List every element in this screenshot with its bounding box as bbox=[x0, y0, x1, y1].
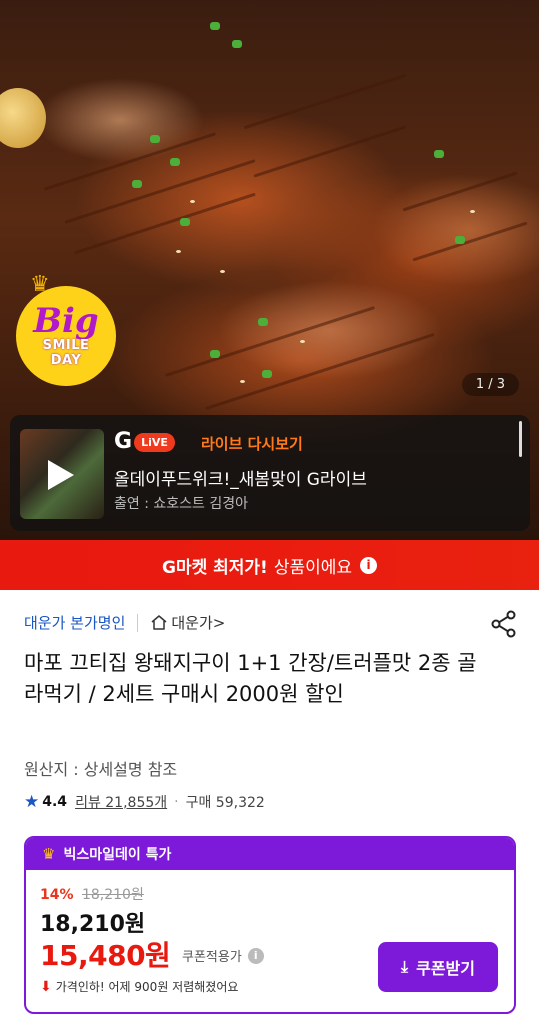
shop-name: 대운가 bbox=[171, 614, 213, 632]
promo-rest-text: 상품이에요 bbox=[273, 557, 353, 578]
divider bbox=[137, 613, 139, 632]
sesame-garnish bbox=[176, 250, 181, 253]
live-host: 출연 : 쇼호스트 김경아 bbox=[114, 496, 248, 512]
info-icon[interactable]: i bbox=[247, 947, 264, 964]
rating-score: 4.4 bbox=[42, 794, 68, 810]
purchase-count: 구매 59,322 bbox=[185, 795, 265, 811]
coupon-note: 쿠폰적용가 i bbox=[182, 946, 264, 965]
crown-icon: ♛ bbox=[42, 845, 56, 863]
sesame-garnish bbox=[300, 340, 305, 343]
badge-day-text: DAY bbox=[50, 353, 82, 368]
deal-body: 14% 18,210원 18,210원 15,480원 쿠폰적용가 i ⬇ 가격… bbox=[26, 870, 514, 1012]
deal-header-label: 빅스마일데이 특가 bbox=[63, 847, 172, 863]
badge-big-text: Big bbox=[33, 301, 99, 341]
scallion-garnish bbox=[150, 135, 160, 143]
meat-texture bbox=[412, 221, 528, 262]
meat-texture bbox=[64, 159, 256, 224]
live-replay-card[interactable]: G LiVE 라이브 다시보기 올데이푸드위크!_새봄맞이 G라이브 출연 : … bbox=[10, 415, 530, 531]
price-drop-text: 가격인하! 어제 900원 저렴해졌어요 bbox=[55, 980, 239, 994]
discount-line: 14% 18,210원 bbox=[40, 884, 144, 904]
seller-row: 대운가 본가명인 대운가 > bbox=[24, 612, 524, 633]
meat-texture bbox=[253, 125, 407, 178]
sesame-garnish bbox=[220, 270, 225, 273]
separator-dot: · bbox=[174, 794, 179, 810]
sesame-garnish bbox=[470, 210, 475, 213]
coupon-price: 15,480원 bbox=[40, 939, 171, 972]
rating-row: ★ 4.4 리뷰 21,855개 · 구매 59,322 bbox=[24, 792, 265, 812]
coupon-note-label: 쿠폰적용가 bbox=[182, 950, 242, 965]
download-icon: ⤓ bbox=[401, 957, 409, 976]
seller-name-link[interactable]: 대운가 본가명인 bbox=[24, 612, 125, 633]
price-drop-note: ⬇ 가격인하! 어제 900원 저렴해졌어요 bbox=[40, 978, 238, 995]
deal-header: ♛ 빅스마일데이 특가 bbox=[26, 838, 514, 870]
product-image-carousel[interactable]: ♛ Big SMILE DAY 1 / 3 G LiVE 라이브 다시보기 올데… bbox=[0, 0, 539, 540]
shop-link[interactable]: 대운가 > bbox=[150, 612, 225, 633]
meat-texture bbox=[205, 332, 435, 411]
lowest-price-banner[interactable]: G마켓 최저가! 상품이에요 i bbox=[0, 540, 539, 590]
live-title: 올데이푸드위크!_새봄맞이 G라이브 bbox=[114, 470, 367, 490]
origin-info: 원산지 : 상세설명 참조 bbox=[24, 760, 178, 779]
garlic-decoration bbox=[0, 88, 46, 148]
scallion-garnish bbox=[170, 158, 180, 166]
big-smile-day-badge: ♛ Big SMILE DAY bbox=[16, 272, 116, 386]
original-price: 18,210원 bbox=[81, 887, 144, 903]
scallion-garnish bbox=[262, 370, 272, 378]
meat-texture bbox=[402, 171, 518, 212]
chevron-right-icon: > bbox=[212, 613, 226, 632]
g-logo-letter: G bbox=[114, 429, 133, 454]
meat-texture bbox=[74, 192, 256, 255]
crown-icon: ♛ bbox=[30, 272, 50, 297]
carousel-counter: 1 / 3 bbox=[461, 373, 519, 396]
badge-smile-text: SMILE bbox=[42, 338, 90, 353]
scallion-garnish bbox=[258, 318, 268, 326]
scallion-garnish bbox=[434, 150, 444, 158]
sesame-garnish bbox=[240, 380, 245, 383]
down-arrow-icon: ⬇ bbox=[40, 978, 52, 995]
promo-bold-text: G마켓 최저가! bbox=[161, 557, 268, 578]
g-live-logo: G LiVE bbox=[114, 430, 175, 454]
scallion-garnish bbox=[132, 180, 142, 188]
big-smile-deal-box: ♛ 빅스마일데이 특가 14% 18,210원 18,210원 15,480원 … bbox=[24, 836, 516, 1014]
product-title: 마포 끄티집 왕돼지구이 1+1 간장/트러플맛 2종 골라먹기 / 2세트 구… bbox=[24, 651, 477, 706]
share-icon[interactable] bbox=[491, 610, 517, 638]
info-icon[interactable]: i bbox=[360, 556, 378, 574]
live-replay-label[interactable]: 라이브 다시보기 bbox=[201, 433, 303, 454]
scallion-garnish bbox=[210, 350, 220, 358]
live-pill: LiVE bbox=[134, 432, 175, 452]
scallion-garnish bbox=[455, 236, 465, 244]
review-count-link[interactable]: 리뷰 21,855개 bbox=[75, 792, 167, 812]
scallion-garnish bbox=[210, 22, 220, 30]
home-icon bbox=[151, 615, 167, 630]
scallion-garnish bbox=[232, 40, 242, 48]
play-icon[interactable] bbox=[48, 460, 74, 490]
get-coupon-label: 쿠폰받기 bbox=[416, 959, 475, 978]
live-thumbnail[interactable] bbox=[20, 429, 104, 519]
scallion-garnish bbox=[180, 218, 190, 226]
meat-texture bbox=[164, 306, 376, 377]
star-icon: ★ bbox=[24, 792, 40, 812]
sesame-garnish bbox=[190, 200, 195, 203]
live-scroll-indicator bbox=[519, 421, 522, 457]
discount-percent: 14% bbox=[40, 887, 74, 903]
meat-texture bbox=[243, 73, 407, 130]
get-coupon-button[interactable]: ⤓ 쿠폰받기 bbox=[378, 942, 498, 992]
